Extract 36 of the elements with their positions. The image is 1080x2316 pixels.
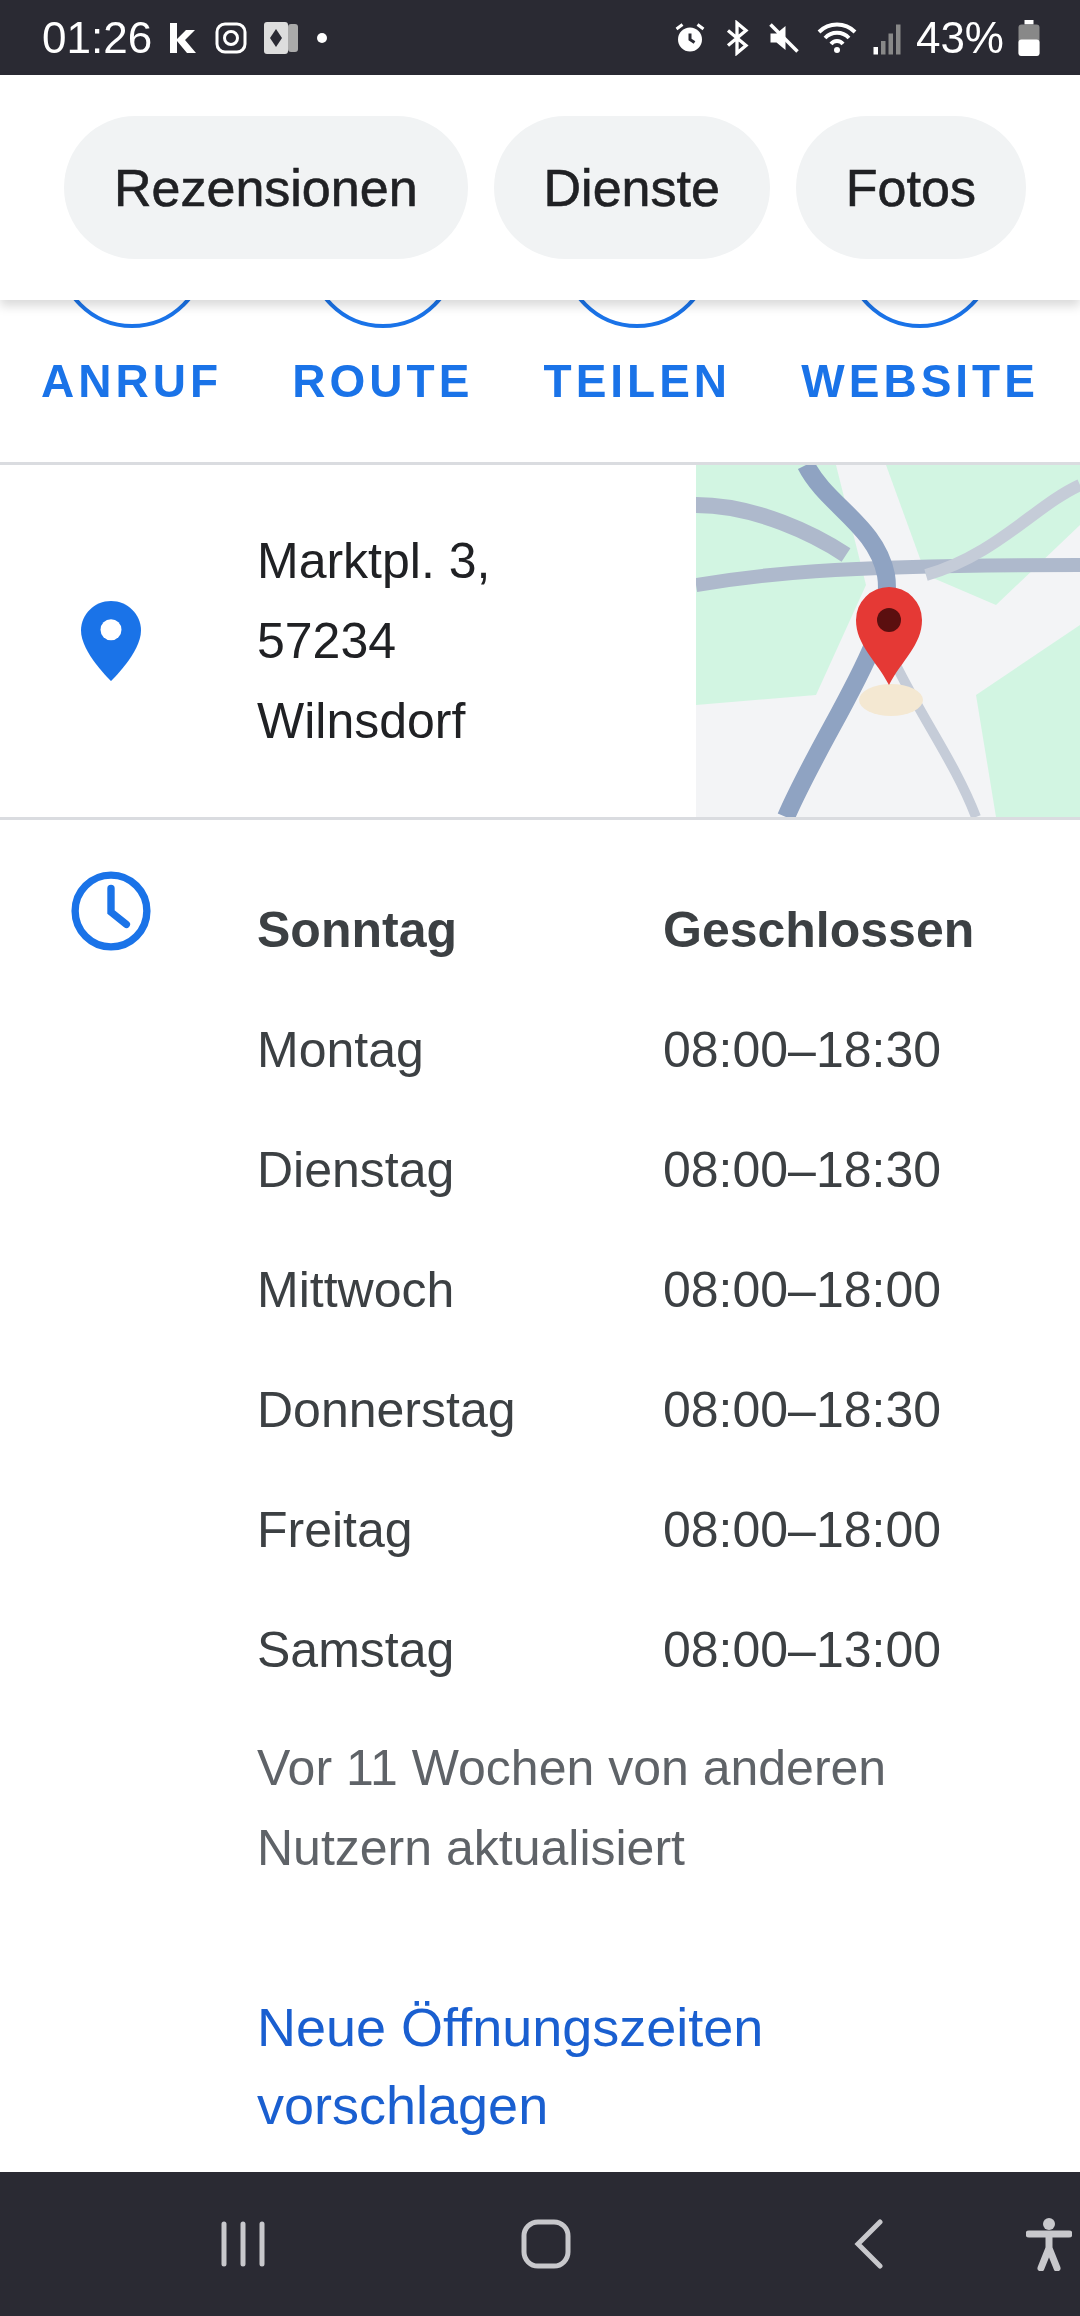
- camera-icon: [214, 20, 249, 55]
- status-time: 01:26: [42, 12, 153, 63]
- address-line: 57234: [257, 612, 398, 671]
- day-label: Freitag: [257, 1501, 414, 1559]
- opening-hours: 08:00–18:00: [663, 1501, 942, 1559]
- action-button[interactable]: ROUTE: [292, 300, 474, 408]
- opening-hours: 08:00–18:00: [663, 1261, 942, 1319]
- opening-hours: 08:00–13:00: [663, 1621, 942, 1679]
- address-line: Marktpl. 3,: [257, 532, 492, 591]
- battery-icon: [1018, 19, 1040, 56]
- dot-icon: [316, 31, 329, 44]
- action-button[interactable]: ANRUF: [41, 300, 223, 408]
- day-label: Montag: [257, 1021, 425, 1079]
- update-note: Vor 11 Wochen von anderen Nutzern aktualisiert: [257, 1739, 888, 1878]
- clock-icon: [69, 870, 152, 952]
- day-label: Samstag: [257, 1621, 456, 1679]
- battery-percent: 43%: [915, 12, 1004, 63]
- tab-chip[interactable]: Dienste: [493, 116, 770, 259]
- opening-hours: 08:00–18:30: [663, 1381, 942, 1439]
- day-label: Sonntag: [257, 901, 458, 959]
- opening-hours: 08:00–18:30: [663, 1021, 942, 1079]
- opening-hours: Geschlossen: [663, 901, 975, 959]
- tab-chip[interactable]: Fotos: [795, 116, 1026, 259]
- day-label: Dienstag: [257, 1141, 456, 1199]
- location-pin-icon: [80, 601, 141, 681]
- day-label: Donnerstag: [257, 1381, 517, 1439]
- back-button[interactable]: [852, 2219, 886, 2269]
- action-button[interactable]: WEBSITE: [801, 300, 1039, 408]
- tab-chip[interactable]: Rezensionen: [64, 116, 468, 259]
- suggest-hours-link[interactable]: Neue Öffnungszeiten vorschlagen: [257, 1988, 1017, 2144]
- action-button[interactable]: TEILEN: [543, 300, 732, 408]
- day-label: Mittwoch: [257, 1261, 456, 1319]
- home-button[interactable]: [521, 2219, 571, 2269]
- accessibility-button[interactable]: [1026, 2217, 1072, 2271]
- opening-hours: 08:00–18:30: [663, 1141, 942, 1199]
- address-line: Wilnsdorf: [257, 692, 467, 751]
